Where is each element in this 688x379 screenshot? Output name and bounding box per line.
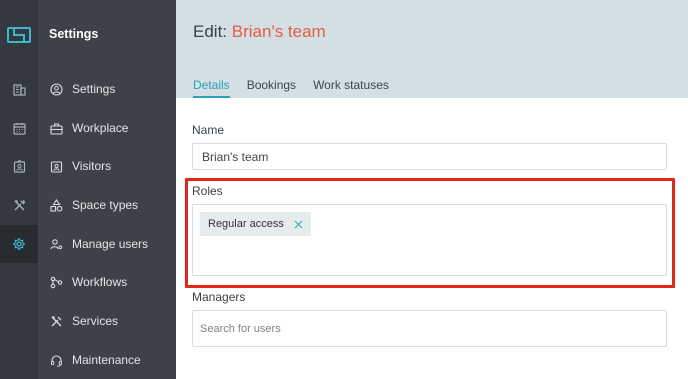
sidebar-item-settings[interactable]: Settings bbox=[38, 70, 176, 108]
briefcase-icon bbox=[50, 122, 63, 135]
tab-bookings[interactable]: Bookings bbox=[247, 78, 296, 98]
managers-search-input[interactable]: Search for users bbox=[192, 310, 667, 347]
title-prefix: Edit: bbox=[193, 22, 228, 41]
tab-details[interactable]: Details bbox=[193, 78, 230, 98]
sidebar-item-label: Visitors bbox=[72, 159, 112, 173]
sidebar-item-workplace[interactable]: Workplace bbox=[38, 109, 176, 147]
settings-sidebar: Settings Settings Workplace Visitors Spa… bbox=[38, 0, 176, 379]
tools-icon[interactable] bbox=[0, 186, 38, 224]
sidebar-item-space-types[interactable]: Space types bbox=[38, 186, 176, 224]
sidebar-item-label: Workflows bbox=[72, 275, 128, 289]
sidebar-item-maintenance[interactable]: Maintenance bbox=[38, 341, 176, 379]
badge-icon[interactable] bbox=[0, 147, 38, 185]
name-field[interactable]: Brian's team bbox=[192, 143, 667, 170]
sidebar-item-services[interactable]: Services bbox=[38, 302, 176, 340]
sidebar-item-workflows[interactable]: Workflows bbox=[38, 263, 176, 301]
page-title: Edit: Brian's team bbox=[193, 22, 326, 42]
app-logo-icon[interactable] bbox=[0, 0, 38, 70]
annotation-highlight-box bbox=[185, 178, 675, 288]
users-cog-icon bbox=[50, 238, 63, 251]
tab-bar: Details Bookings Work statuses bbox=[193, 78, 406, 98]
sidebar-item-label: Space types bbox=[72, 198, 139, 212]
sidebar-item-label: Settings bbox=[72, 82, 116, 96]
sidebar-item-label: Manage users bbox=[72, 237, 149, 251]
visitor-badge-icon bbox=[50, 160, 63, 173]
managers-label: Managers bbox=[192, 290, 246, 304]
sidebar-item-label: Maintenance bbox=[72, 353, 141, 367]
calendar-icon[interactable] bbox=[0, 109, 38, 147]
name-field-value: Brian's team bbox=[202, 149, 269, 164]
gear-icon[interactable] bbox=[0, 225, 38, 263]
headset-icon bbox=[50, 354, 63, 367]
tools-icon bbox=[50, 315, 63, 328]
title-team-name: Brian's team bbox=[231, 22, 326, 41]
icon-rail bbox=[0, 0, 38, 379]
tab-work-statuses[interactable]: Work statuses bbox=[313, 78, 389, 98]
page-header: Edit: Brian's team Details Bookings Work… bbox=[176, 0, 688, 98]
shapes-icon bbox=[50, 198, 63, 212]
sidebar-item-manage-users[interactable]: Manage users bbox=[38, 225, 176, 263]
sidebar-title: Settings bbox=[49, 27, 99, 41]
managers-placeholder: Search for users bbox=[200, 322, 281, 335]
sidebar-item-label: Workplace bbox=[72, 121, 129, 135]
user-circle-icon bbox=[50, 82, 63, 96]
name-label: Name bbox=[192, 123, 225, 137]
sidebar-item-visitors[interactable]: Visitors bbox=[38, 147, 176, 185]
workflow-icon bbox=[50, 276, 63, 289]
building-icon[interactable] bbox=[0, 70, 38, 108]
sidebar-item-label: Services bbox=[72, 314, 119, 328]
